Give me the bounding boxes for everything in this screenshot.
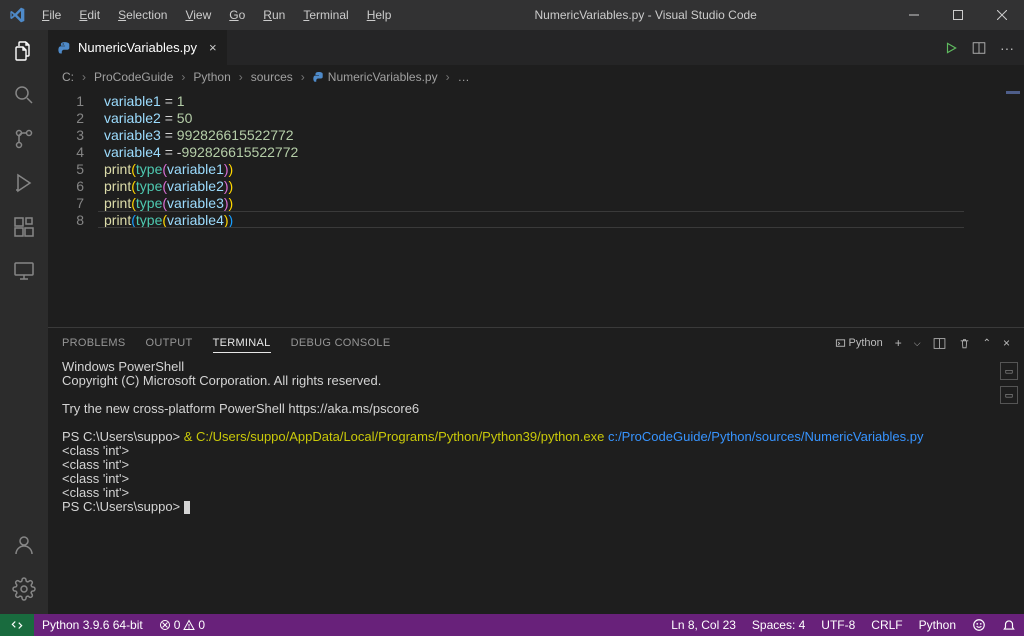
breadcrumb-segment[interactable]: ProCodeGuide xyxy=(94,70,173,84)
breadcrumb-segment[interactable]: C: xyxy=(62,70,74,84)
account-icon[interactable] xyxy=(11,532,37,558)
terminal-body[interactable]: ▭ ▭ Windows PowerShellCopyright (C) Micr… xyxy=(48,358,1024,614)
menu-view[interactable]: View xyxy=(177,4,219,26)
code-line[interactable]: print(type(variable2)) xyxy=(104,178,964,195)
python-file-icon xyxy=(58,41,72,55)
extensions-icon[interactable] xyxy=(11,214,37,240)
source-control-icon[interactable] xyxy=(11,126,37,152)
editor-tab-bar: NumericVariables.py × ··· xyxy=(48,30,1024,65)
panel-caret-icon[interactable]: ⌃ xyxy=(983,338,991,349)
menu-terminal[interactable]: Terminal xyxy=(295,4,356,26)
menu-edit[interactable]: Edit xyxy=(71,4,108,26)
panel-tab-debug-console[interactable]: DEBUG CONSOLE xyxy=(291,337,391,349)
terminal-group-icon[interactable]: ▭ xyxy=(1000,362,1018,380)
line-gutter: 12345678 xyxy=(48,89,98,327)
panel-tab-problems[interactable]: PROBLEMS xyxy=(62,337,126,349)
terminal-shell-label[interactable]: Python xyxy=(835,337,883,349)
new-terminal-icon[interactable]: + xyxy=(895,336,902,350)
editor[interactable]: 12345678 variable1 = 1variable2 = 50vari… xyxy=(48,89,1024,327)
terminal-dropdown-icon[interactable]: ⌵ xyxy=(914,338,921,349)
more-actions-icon[interactable]: ··· xyxy=(1000,40,1014,56)
activity-bar xyxy=(0,30,48,614)
status-bar: Python 3.9.6 64-bit 0 0 Ln 8, Col 23 Spa… xyxy=(0,614,1024,636)
python-interpreter[interactable]: Python 3.9.6 64-bit xyxy=(34,618,151,632)
split-terminal-icon[interactable] xyxy=(933,337,946,350)
panel-tab-bar: PROBLEMS OUTPUT TERMINAL DEBUG CONSOLE Pyth… xyxy=(48,328,1024,358)
search-icon[interactable] xyxy=(11,82,37,108)
panel-tab-output[interactable]: OUTPUT xyxy=(146,337,193,349)
editor-toolbar: ··· xyxy=(944,30,1024,65)
tab-close-icon[interactable]: × xyxy=(209,40,217,55)
panel-tab-terminal[interactable]: TERMINAL xyxy=(213,337,271,353)
close-button[interactable] xyxy=(980,0,1024,30)
settings-icon[interactable] xyxy=(11,576,37,602)
problems-indicator[interactable]: 0 0 xyxy=(151,618,213,632)
notifications-icon[interactable] xyxy=(994,618,1024,632)
run-debug-icon[interactable] xyxy=(11,170,37,196)
title-bar: FileEditSelectionViewGoRunTerminalHelp N… xyxy=(0,0,1024,30)
panel-close-icon[interactable]: × xyxy=(1003,336,1010,350)
feedback-icon[interactable] xyxy=(964,618,994,632)
code-area[interactable]: variable1 = 1variable2 = 50variable3 = 9… xyxy=(98,89,964,327)
window-title: NumericVariables.py - Visual Studio Code xyxy=(399,8,892,22)
run-file-icon[interactable] xyxy=(944,41,958,55)
language-mode[interactable]: Python xyxy=(911,618,964,632)
breadcrumb-segment[interactable]: NumericVariables.py xyxy=(313,70,438,84)
window-controls xyxy=(892,0,1024,30)
terminal-group-icon[interactable]: ▭ xyxy=(1000,386,1018,404)
menu-help[interactable]: Help xyxy=(359,4,400,26)
cursor-position[interactable]: Ln 8, Col 23 xyxy=(663,618,744,632)
editor-tab[interactable]: NumericVariables.py × xyxy=(48,30,228,65)
code-line[interactable]: print(type(variable3)) xyxy=(104,195,964,212)
menu-run[interactable]: Run xyxy=(255,4,293,26)
code-line[interactable]: variable1 = 1 xyxy=(104,93,964,110)
code-line[interactable]: variable2 = 50 xyxy=(104,110,964,127)
remote-explorer-icon[interactable] xyxy=(11,258,37,284)
menu-file[interactable]: File xyxy=(34,4,69,26)
vscode-logo xyxy=(0,7,34,23)
menu-bar: FileEditSelectionViewGoRunTerminalHelp xyxy=(34,4,399,26)
indentation[interactable]: Spaces: 4 xyxy=(744,618,813,632)
split-editor-icon[interactable] xyxy=(972,41,986,55)
breadcrumb[interactable]: C:›ProCodeGuide›Python›sources›NumericVa… xyxy=(48,65,1024,89)
kill-terminal-icon[interactable] xyxy=(958,337,971,350)
menu-go[interactable]: Go xyxy=(221,4,253,26)
breadcrumb-segment[interactable]: Python xyxy=(193,70,230,84)
explorer-icon[interactable] xyxy=(11,38,37,64)
encoding[interactable]: UTF-8 xyxy=(813,618,863,632)
maximize-button[interactable] xyxy=(936,0,980,30)
code-line[interactable]: variable3 = 992826615522772 xyxy=(104,127,964,144)
minimap[interactable] xyxy=(964,89,1024,327)
code-line[interactable]: variable4 = -992826615522772 xyxy=(104,144,964,161)
menu-selection[interactable]: Selection xyxy=(110,4,175,26)
breadcrumb-segment[interactable]: … xyxy=(458,70,470,84)
editor-tab-label: NumericVariables.py xyxy=(78,40,197,55)
eol[interactable]: CRLF xyxy=(863,618,910,632)
minimize-button[interactable] xyxy=(892,0,936,30)
bottom-panel: PROBLEMS OUTPUT TERMINAL DEBUG CONSOLE Pyth… xyxy=(48,327,1024,614)
breadcrumb-segment[interactable]: sources xyxy=(251,70,293,84)
code-line[interactable]: print(type(variable1)) xyxy=(104,161,964,178)
remote-indicator[interactable] xyxy=(0,614,34,636)
